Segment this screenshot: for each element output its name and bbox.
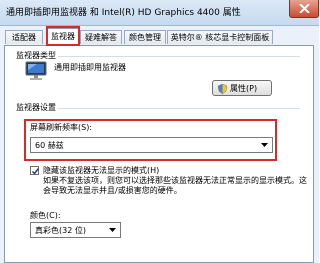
title-bar: 通用即插即用监视器 和 Intel(R) HD Graphics 4400 属性 — [0, 0, 319, 26]
properties-button-label: 属性(P) — [230, 84, 258, 93]
color-depth-select[interactable]: 真彩色(32 位) — [30, 222, 121, 238]
warning-text: 如果不复选该项，则您可以选择那些该监视器无法正常显示的显示模式。这会导致无法显示… — [43, 176, 307, 195]
color-label: 颜色(C): — [30, 211, 61, 220]
checkmark-icon — [31, 168, 40, 175]
hide-modes-checkbox[interactable] — [30, 166, 40, 175]
window-title: 通用即插即用监视器 和 Intel(R) HD Graphics 4400 属性 — [6, 8, 241, 18]
hide-modes-label: 隐藏该监视器无法显示的模式(H) — [43, 166, 160, 175]
monitor-name: 通用即插即用监视器 — [54, 63, 126, 72]
tab-color-management[interactable]: 颜色管理 — [124, 30, 166, 44]
tab-monitor-highlight — [46, 26, 80, 46]
close-button[interactable] — [289, 0, 319, 18]
color-depth-value: 真彩色(32 位) — [35, 226, 86, 235]
tab-adapter[interactable]: 适配器 — [5, 30, 43, 44]
chevron-down-icon — [261, 143, 268, 147]
chevron-down-icon — [109, 228, 116, 232]
tab-troubleshoot[interactable]: 疑难解答 — [80, 30, 122, 44]
monitor-type-group-label: 监视器类型 — [14, 50, 58, 61]
refresh-rate-value: 60 赫兹 — [35, 141, 64, 150]
tab-intel-graphics-control-panel[interactable]: 英特尔® 核芯显卡控制面板 — [167, 30, 273, 44]
refresh-rate-label: 屏幕刷新频率(S): — [30, 123, 93, 132]
monitor-settings-group-label: 监视器设置 — [14, 102, 58, 113]
properties-button[interactable]: 属性(P) — [212, 80, 272, 96]
monitor-icon — [25, 61, 47, 80]
close-icon — [299, 4, 310, 13]
shield-icon — [218, 84, 227, 94]
refresh-rate-select[interactable]: 60 赫兹 — [30, 137, 273, 153]
